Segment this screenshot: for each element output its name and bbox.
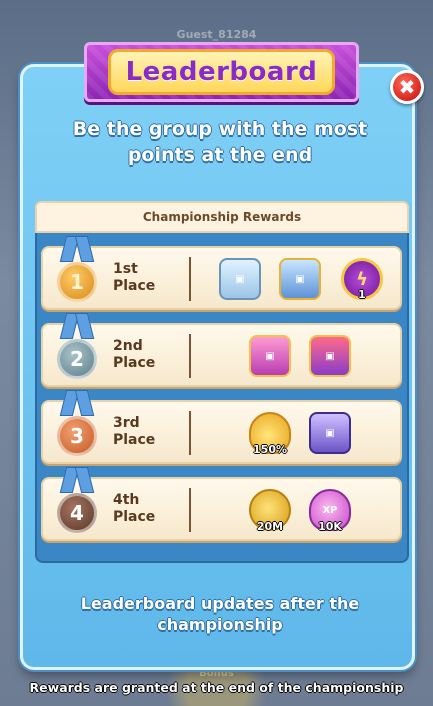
xp-label: XP	[322, 504, 338, 516]
reward-row-4th: 4 4th Place 20M XP 10K	[41, 467, 402, 541]
reward-row-2nd: 2 2nd Place ▣ ▣	[41, 313, 402, 387]
potion-boost-badge: 150%	[253, 443, 287, 456]
pink-chest-icon: ▣	[249, 335, 291, 377]
row-divider	[189, 334, 191, 378]
place-label: 1st Place	[113, 261, 156, 294]
modal-title: Leaderboard	[108, 49, 335, 95]
medal-icon: 4	[57, 467, 97, 539]
headline-text: Be the group with the most points at the…	[72, 118, 368, 166]
rewards-granted-note: Rewards are granted at the end of the ch…	[29, 680, 404, 695]
row-divider	[189, 488, 191, 532]
medal-rank: 3	[57, 416, 97, 456]
potion-icon: 150%	[249, 412, 291, 456]
rewards-header: Championship Rewards	[35, 201, 409, 233]
close-button[interactable]: ✖	[390, 70, 424, 104]
xp-potion-icon: XP 10K	[309, 489, 351, 533]
row-divider	[189, 257, 191, 301]
medal-rank: 1	[57, 262, 97, 302]
close-icon: ✖	[398, 75, 416, 99]
party-chest-icon: ▣	[309, 335, 351, 377]
violet-chest-icon: ▣	[309, 412, 351, 454]
leaderboard-update-note: Leaderboard updates after the championsh…	[80, 594, 360, 634]
place-label: 2nd Place	[113, 338, 156, 371]
medal-icon: 2	[57, 313, 97, 385]
blue-chest-icon: ▣	[219, 258, 261, 300]
row-divider	[189, 411, 191, 455]
reward-row-1st: 1 1st Place ▣ ▣ ϟ 1	[41, 236, 402, 310]
xp-amount-badge: 10K	[318, 520, 342, 533]
coins-amount-badge: 20M	[256, 520, 284, 533]
place-label: 3rd Place	[113, 415, 156, 448]
medal-rank: 4	[57, 493, 97, 533]
reward-row-3rd: 3 3rd Place 150% ▣	[41, 390, 402, 464]
lightning-bolt-icon: ϟ 1	[341, 258, 383, 301]
place-label: 4th Place	[113, 492, 156, 525]
guest-name-label: Guest_81284	[176, 28, 257, 41]
medal-icon: 3	[57, 390, 97, 462]
medal-icon: 1	[57, 236, 97, 308]
coins-icon: 20M	[249, 489, 291, 533]
gold-chest-icon: ▣	[279, 258, 321, 300]
reward-count-badge: 1	[358, 288, 366, 301]
medal-rank: 2	[57, 339, 97, 379]
